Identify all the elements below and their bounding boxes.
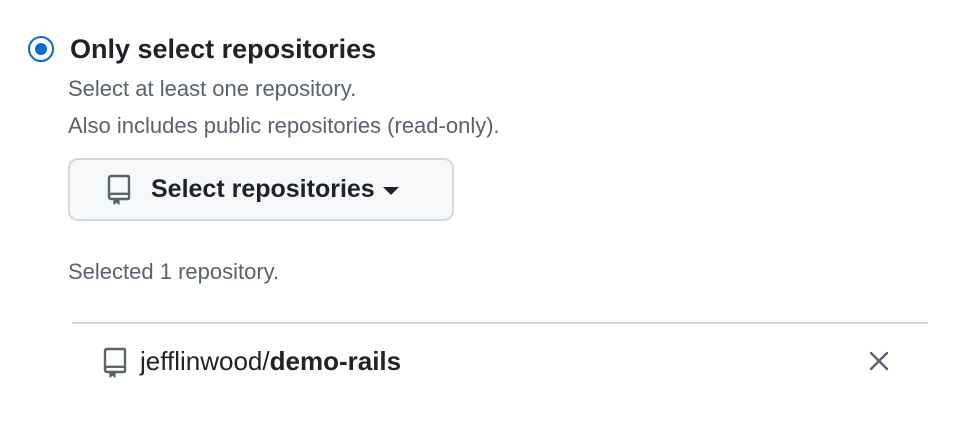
select-repositories-button[interactable]: Select repositories: [68, 158, 454, 221]
remove-repository-button[interactable]: [864, 346, 894, 376]
only-select-repositories-radio[interactable]: [28, 36, 54, 62]
repository-name: demo-rails: [269, 346, 402, 376]
select-repositories-label: Select repositories: [151, 175, 375, 203]
option-description-line2: Also includes public repositories (read-…: [68, 113, 500, 138]
option-description-line1: Select at least one repository.: [68, 76, 357, 101]
repo-icon: [102, 345, 128, 379]
selected-count-text: Selected 1 repository.: [68, 259, 280, 284]
option-title: Only select repositories: [70, 34, 377, 64]
repo-icon: [106, 173, 132, 207]
selected-repository-item: jefflinwood/demo-rails: [72, 324, 928, 398]
close-icon: [868, 350, 890, 372]
triangle-down-icon: [382, 186, 399, 195]
radio-selected-dot: [35, 43, 47, 55]
repository-owner: jefflinwood/: [140, 346, 270, 376]
repository-full-name: jefflinwood/demo-rails: [140, 345, 401, 377]
